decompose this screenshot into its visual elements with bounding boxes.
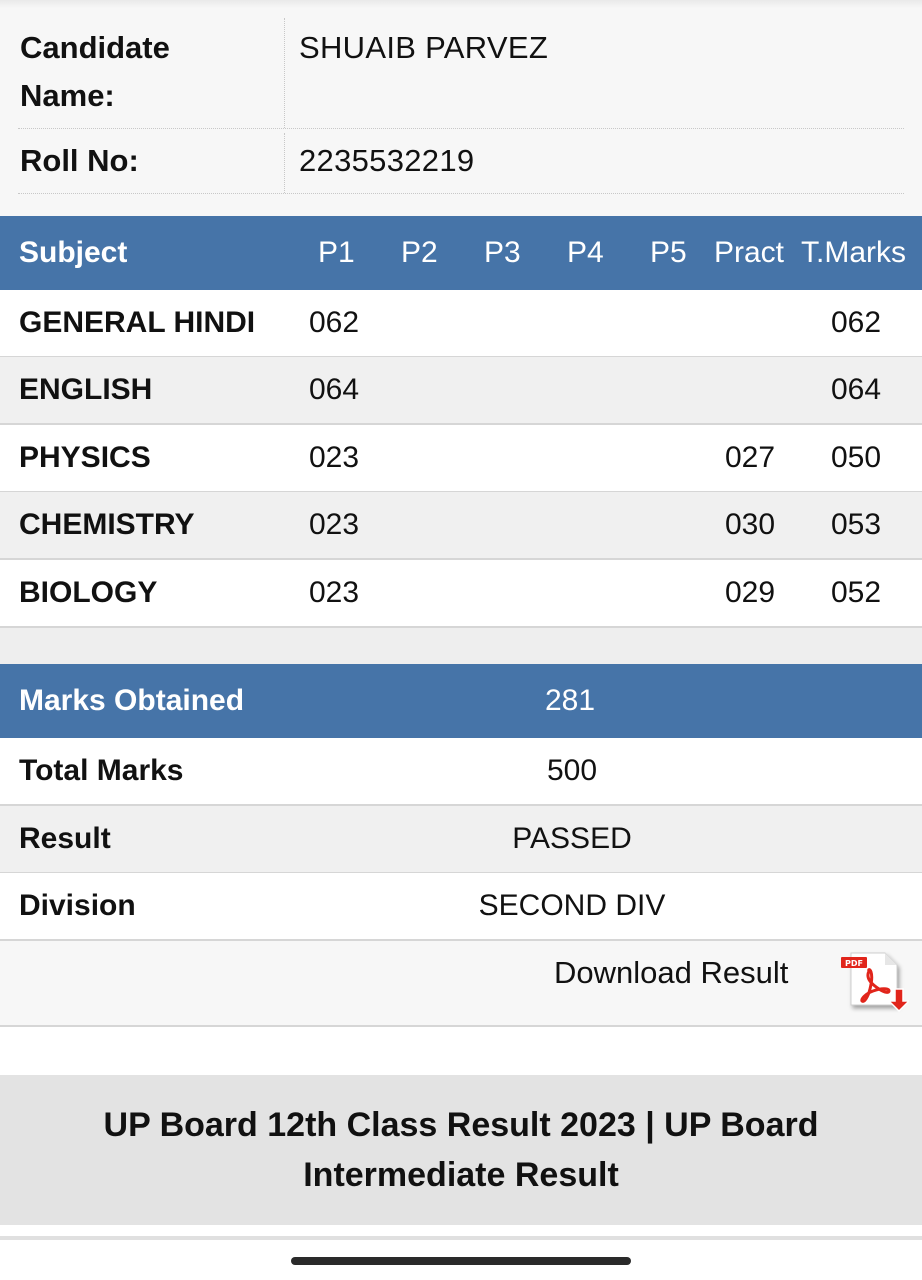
column-divider [284, 18, 285, 128]
roll-number-row: Roll No: 2235532219 [18, 129, 904, 194]
download-row: Download Result [0, 941, 922, 1027]
marks-obtained-value: 281 [544, 684, 596, 717]
candidate-name-label: Candidate Name: [20, 30, 170, 113]
division-value: SECOND DIV [478, 889, 666, 922]
subject-name: PHYSICS [19, 441, 151, 474]
header-p4: P4 [567, 236, 604, 269]
p1-mark: 023 [309, 441, 360, 474]
table-row: BIOLOGY 023 029 052 [0, 560, 922, 628]
pdf-badge-text: PDF [845, 959, 863, 968]
header-p3: P3 [484, 236, 521, 269]
header-total-marks: T.Marks [801, 236, 906, 269]
pract-mark: 027 [725, 441, 776, 474]
header-subject: Subject [19, 236, 128, 269]
banner-title[interactable]: UP Board 12th Class Result 2023 | UP Boa… [51, 1100, 871, 1200]
header-p2: P2 [401, 236, 438, 269]
candidate-info: Candidate Name: SHUAIB PARVEZ Roll No: 2… [0, 8, 922, 216]
home-indicator[interactable] [291, 1257, 631, 1265]
division-row: Division SECOND DIV [0, 873, 922, 941]
total-mark: 052 [831, 576, 882, 609]
header-p5: P5 [650, 236, 687, 269]
division-label: Division [19, 889, 136, 922]
section-gap [0, 628, 922, 664]
roll-number-label: Roll No: [20, 143, 139, 178]
subject-name: CHEMISTRY [19, 508, 195, 541]
marks-obtained-header: Marks Obtained 281 [0, 664, 922, 738]
candidate-name-value: SHUAIB PARVEZ [299, 30, 549, 65]
subject-name: GENERAL HINDI [19, 306, 256, 339]
table-row: ENGLISH 064 064 [0, 357, 922, 425]
table-row: GENERAL HINDI 062 062 [0, 290, 922, 358]
result-value: PASSED [512, 822, 632, 855]
pract-mark: 030 [725, 508, 776, 541]
total-mark: 062 [831, 306, 882, 339]
divider [0, 1236, 922, 1240]
column-divider [284, 133, 285, 193]
download-result-link[interactable]: Download Result [554, 949, 788, 997]
p1-mark: 023 [309, 576, 360, 609]
pdf-download-icon[interactable]: PDF [839, 949, 909, 1013]
total-mark: 053 [831, 508, 882, 541]
marks-obtained-label: Marks Obtained [19, 684, 245, 717]
pract-mark: 029 [725, 576, 776, 609]
total-marks-label: Total Marks [19, 754, 184, 787]
p1-mark: 064 [309, 373, 360, 406]
result-label: Result [19, 822, 111, 855]
total-mark: 050 [831, 441, 882, 474]
subject-name: BIOLOGY [19, 576, 158, 609]
roll-number-value: 2235532219 [299, 143, 475, 178]
total-mark: 064 [831, 373, 882, 406]
total-marks-value: 500 [546, 754, 598, 787]
header-pract: Pract [714, 236, 785, 269]
result-row: Result PASSED [0, 806, 922, 874]
marks-table-header: Subject P1 P2 P3 P4 P5 Pract T.Marks [0, 216, 922, 290]
p1-mark: 062 [309, 306, 360, 339]
table-row: CHEMISTRY 023 030 053 [0, 492, 922, 560]
p1-mark: 023 [309, 508, 360, 541]
table-row: PHYSICS 023 027 050 [0, 425, 922, 493]
subject-name: ENGLISH [19, 373, 153, 406]
header-p1: P1 [318, 236, 355, 269]
top-shadow [0, 0, 922, 8]
candidate-name-row: Candidate Name: SHUAIB PARVEZ [18, 8, 904, 129]
total-marks-row: Total Marks 500 [0, 738, 922, 806]
result-banner[interactable]: UP Board 12th Class Result 2023 | UP Boa… [0, 1075, 922, 1225]
